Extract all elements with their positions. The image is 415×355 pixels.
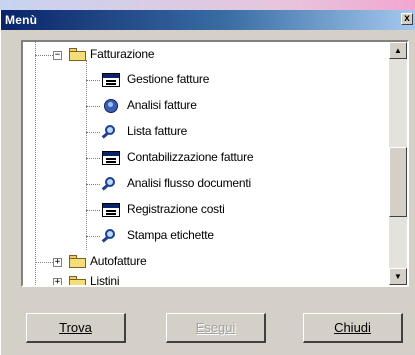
run-button[interactable]: Esegui [166, 313, 266, 343]
close-button[interactable]: Chiudi [303, 313, 403, 343]
tree-connector [86, 158, 100, 159]
window-icon [102, 73, 120, 87]
title-bar[interactable]: Menù x [1, 10, 415, 30]
close-window-button[interactable]: x [401, 13, 413, 25]
folder-icon [69, 255, 86, 268]
tree-connector [86, 184, 100, 185]
tree-connector [86, 236, 100, 237]
tree-connector [35, 55, 55, 56]
tree-branch-line [86, 60, 87, 250]
tree-connector [86, 80, 100, 81]
tree-item-gestione-fatture[interactable]: Gestione fatture [127, 72, 209, 86]
search-icon [101, 125, 120, 139]
search-icon [101, 177, 120, 191]
collapse-icon[interactable]: − [53, 51, 62, 60]
tree-item-stampa-etichette[interactable]: Stampa etichette [127, 228, 214, 242]
find-button[interactable]: Trova [26, 313, 126, 343]
expand-icon[interactable]: + [53, 258, 62, 267]
tree-item-analisi-flusso-documenti[interactable]: Analisi flusso documenti [127, 176, 251, 190]
window-icon [102, 203, 120, 217]
window-title: Menù [5, 13, 38, 27]
tree-node-listini[interactable]: Listini [90, 274, 119, 285]
scroll-down-button[interactable]: ▼ [389, 268, 407, 285]
tree-connector [35, 262, 55, 263]
disk-chart-icon [102, 99, 120, 113]
vertical-scrollbar[interactable]: ▲ ▼ [389, 42, 407, 285]
tree-item-contabilizzazione-fatture[interactable]: Contabilizzazione fatture [127, 150, 254, 164]
tree-connector [86, 210, 100, 211]
tree-content: − Fatturazione Gestione fatture Analisi … [23, 42, 389, 285]
window-icon [102, 151, 120, 165]
tree-node-autofatture[interactable]: Autofatture [90, 254, 147, 268]
tree-item-lista-fatture[interactable]: Lista fatture [127, 124, 187, 138]
scroll-thumb[interactable] [389, 147, 407, 217]
tree-connector [86, 132, 100, 133]
tree-root-line [35, 42, 36, 285]
search-icon [101, 229, 120, 243]
folder-icon [69, 276, 86, 285]
menu-dialog: Menù x − Fatturazione Gestione fatture A… [0, 10, 415, 355]
desktop-background-strip [0, 0, 415, 10]
tree-node-fatturazione[interactable]: Fatturazione [90, 47, 155, 61]
tree-connector [86, 106, 100, 107]
scroll-up-button[interactable]: ▲ [389, 42, 407, 59]
tree-item-registrazione-costi[interactable]: Registrazione costi [127, 202, 225, 216]
expand-icon[interactable]: + [53, 278, 62, 285]
folder-open-icon [69, 48, 86, 61]
tree-item-analisi-fatture[interactable]: Analisi fatture [127, 98, 197, 112]
menu-tree: − Fatturazione Gestione fatture Analisi … [21, 40, 409, 287]
